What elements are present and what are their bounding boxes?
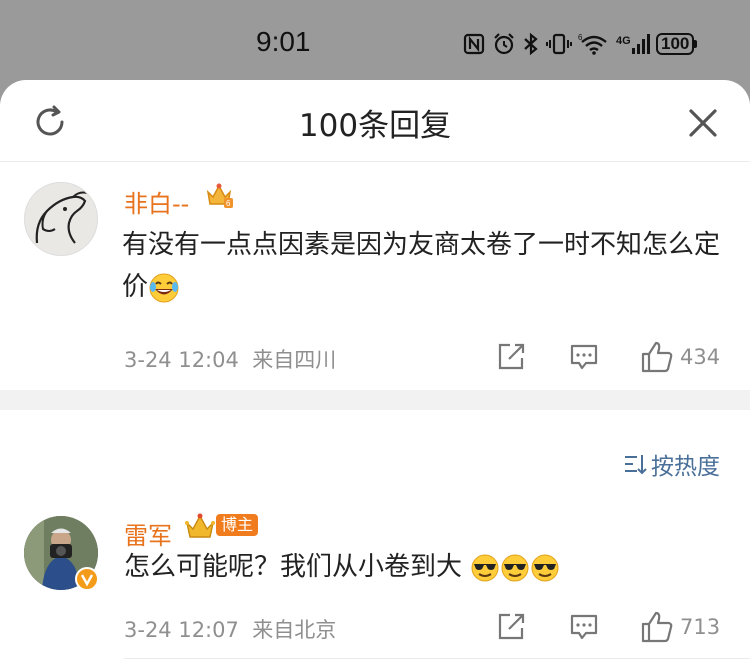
comment-text: 有没有一点点因素是因为友商太卷了一时不知怎么定价 bbox=[122, 224, 722, 308]
blogger-badge: 博主 bbox=[216, 514, 259, 536]
alarm-icon bbox=[494, 33, 514, 55]
status-bar: 9:01 6 4G 100 bbox=[0, 0, 750, 80]
like-count: 434 bbox=[680, 345, 721, 369]
battery-level: 100 bbox=[656, 33, 695, 55]
crown-vip-icon bbox=[185, 513, 215, 538]
comment-location: 来自北京 bbox=[252, 618, 337, 642]
crown-badge-icon: 6 bbox=[206, 183, 233, 208]
battery-icon: 100 bbox=[656, 33, 698, 55]
horse-avatar-image bbox=[35, 191, 88, 244]
laughing-tears-emoji bbox=[149, 273, 179, 302]
replies-sheet: 100条回复 非白-- 6 有没有一点点因素是因为友商太卷了一时不知怎么定价 3… bbox=[0, 80, 750, 671]
comment-location: 来自四川 bbox=[252, 348, 337, 372]
bottom-divider bbox=[124, 658, 750, 659]
sunglasses-emoji bbox=[501, 554, 529, 581]
avatar[interactable] bbox=[24, 182, 98, 256]
svg-text:6: 6 bbox=[226, 199, 231, 208]
comment-text-content: 有没有一点点因素是因为友商太卷了一时不知怎么定价 bbox=[122, 230, 721, 302]
nfc-icon bbox=[463, 33, 485, 55]
section-divider bbox=[0, 390, 750, 410]
wifi-icon: 6 bbox=[578, 33, 607, 55]
thumbs-up-icon bbox=[641, 611, 673, 643]
comment-item[interactable]: 非白-- 6 有没有一点点因素是因为友商太卷了一时不知怎么定价 3-24 12:… bbox=[0, 162, 750, 390]
share-icon[interactable] bbox=[496, 342, 526, 372]
sort-icon bbox=[625, 455, 647, 475]
like-count: 713 bbox=[680, 615, 721, 639]
sort-label: 按热度 bbox=[651, 454, 720, 480]
comment-text-content: 怎么可能呢？我们从小卷到大 bbox=[124, 552, 463, 582]
network-type-label: 4G bbox=[616, 35, 631, 47]
sunglasses-emoji bbox=[531, 554, 559, 581]
comment-item[interactable]: 雷军 博主 怎么可能呢？我们从小卷到大 3-24 12:07 来自北京 713 bbox=[0, 500, 750, 660]
sheet-title: 100条回复 bbox=[298, 108, 452, 144]
status-icons: 6 4G 100 bbox=[462, 30, 698, 58]
close-icon[interactable] bbox=[686, 106, 720, 140]
signal-icon: 4G bbox=[616, 34, 650, 54]
comment-date: 3-24 12:07 bbox=[124, 618, 239, 642]
verified-badge-icon bbox=[75, 567, 99, 591]
comment-text: 怎么可能呢？我们从小卷到大 bbox=[124, 546, 724, 588]
share-icon[interactable] bbox=[496, 612, 526, 642]
bluetooth-icon bbox=[524, 32, 538, 56]
sort-toggle-button[interactable]: 按热度 bbox=[623, 447, 720, 481]
reply-icon[interactable] bbox=[569, 342, 599, 372]
comment-date: 3-24 12:04 bbox=[124, 348, 239, 372]
like-button[interactable]: 434 bbox=[640, 340, 720, 374]
comment-username[interactable]: 非白-- bbox=[124, 184, 189, 219]
sunglasses-emoji bbox=[471, 554, 499, 581]
thumbs-up-icon bbox=[641, 341, 673, 373]
sheet-header: 100条回复 bbox=[0, 80, 750, 162]
like-button[interactable]: 713 bbox=[640, 610, 720, 644]
status-time: 9:01 bbox=[256, 26, 311, 57]
comment-meta: 3-24 12:07 来自北京 bbox=[124, 614, 336, 644]
reply-icon[interactable] bbox=[569, 612, 599, 642]
vibrate-icon bbox=[546, 33, 572, 55]
comment-meta: 3-24 12:04 来自四川 bbox=[124, 344, 336, 374]
